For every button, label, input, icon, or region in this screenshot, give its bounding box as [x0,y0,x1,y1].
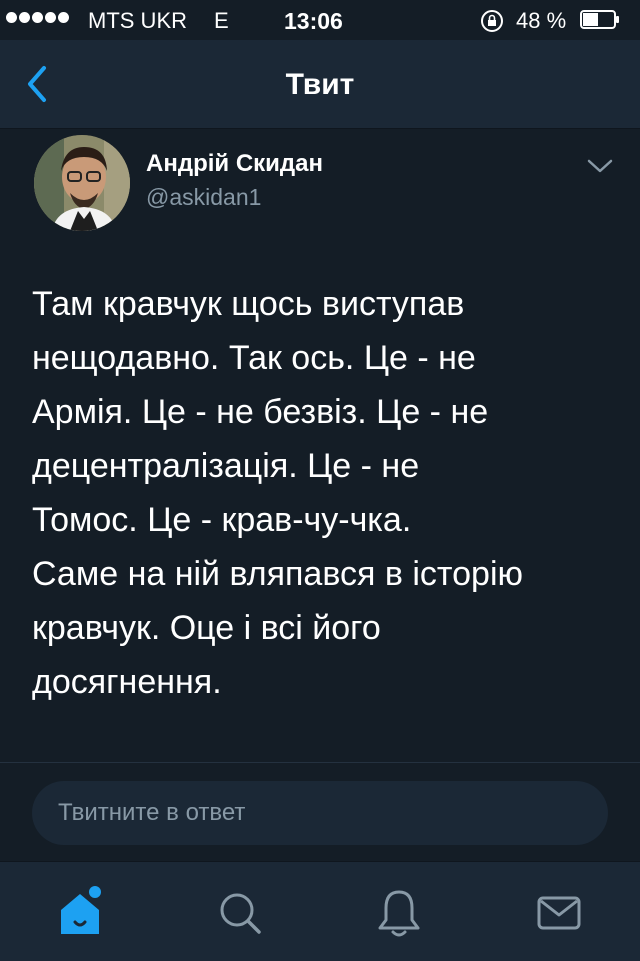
carrier-name: MTS UKR [88,8,187,33]
navigation-bar: Твит [0,40,640,129]
tweet-text: Там кравчук щось виступав нещодавно. Так… [32,285,523,701]
notifications-icon[interactable] [374,884,424,940]
tweet-detail: Андрій Скидан @askidan1 Там кравчук щось… [0,129,640,761]
avatar[interactable] [34,135,130,231]
signal-strength-icon [6,12,69,23]
battery-percent: 48 % [516,8,567,33]
search-icon[interactable] [214,884,264,940]
page-title: Твит [285,68,355,101]
author-name[interactable]: Андрій Скидан [146,150,323,178]
author-handle[interactable]: @askidan1 [146,184,261,211]
reply-input[interactable]: Твитните в ответ [32,781,608,845]
avatar-image [34,135,130,231]
home-icon[interactable] [55,884,105,940]
reply-bar: Твитните в ответ [0,763,640,860]
network-type: E [214,8,229,33]
orientation-lock-icon [481,10,503,32]
chevron-down-icon[interactable] [586,157,614,175]
tab-bar [0,861,640,961]
battery-icon [580,10,619,29]
status-bar: MTS UKR E 13:06 48 % [0,0,640,40]
status-time: 13:06 [284,8,343,34]
messages-icon[interactable] [534,884,584,940]
